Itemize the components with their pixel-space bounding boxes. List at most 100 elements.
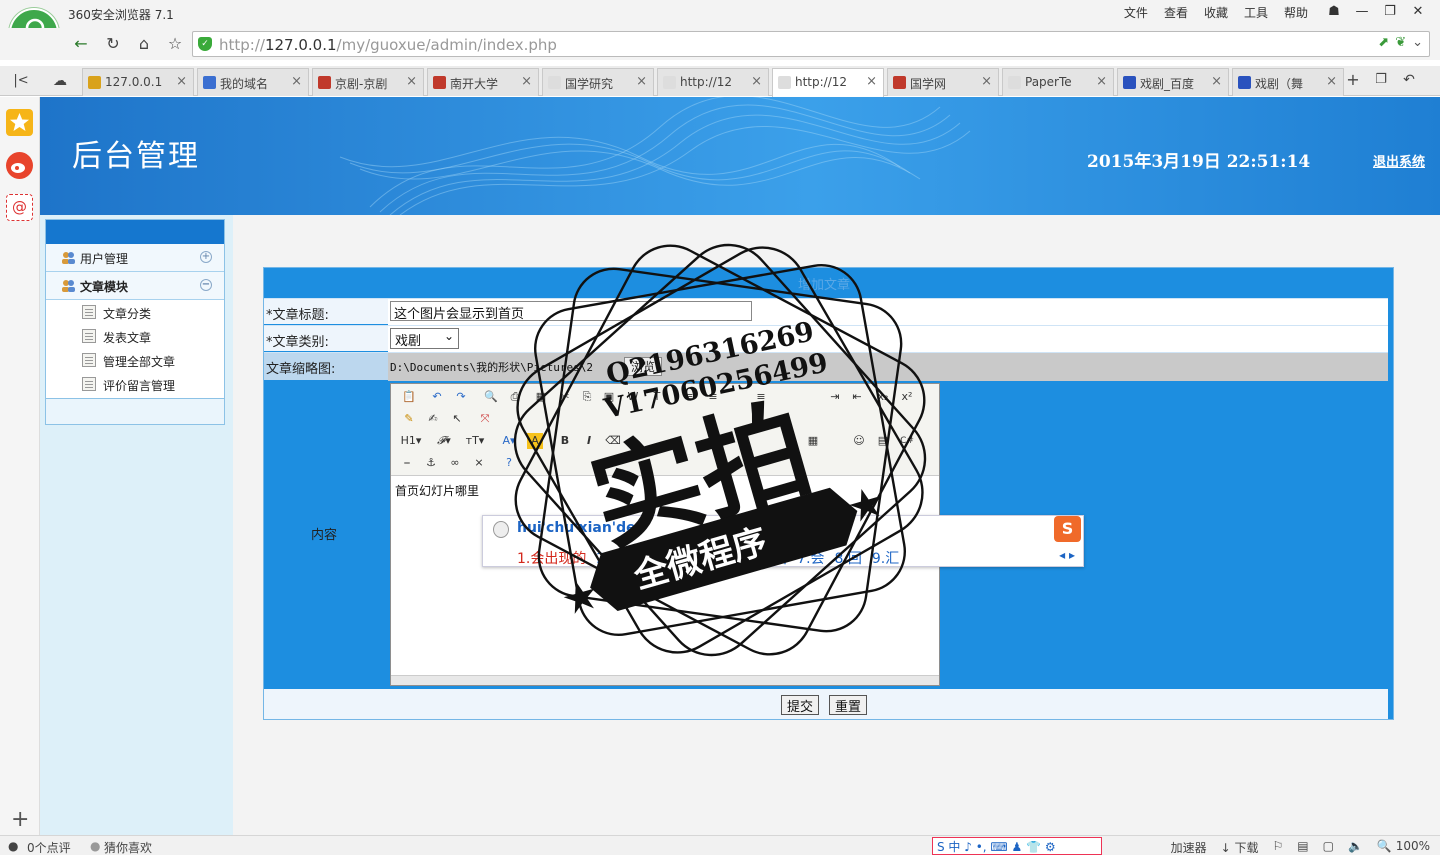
home-icon[interactable]: ⌂	[131, 32, 157, 56]
reset-button[interactable]: 重置	[829, 695, 868, 715]
fullscreen-icon[interactable]: ⤧	[477, 411, 493, 427]
select-all-icon[interactable]: ↖	[449, 411, 465, 427]
accelerator-button[interactable]: 加速器	[1171, 839, 1207, 855]
heading-icon[interactable]: H1▾	[399, 433, 423, 449]
back-arrow-icon[interactable]: ←	[68, 32, 94, 56]
media-icon[interactable]: ▤	[875, 433, 891, 449]
align-justify-icon[interactable]: ≡	[753, 389, 769, 405]
comment-count[interactable]: 0个点评	[27, 839, 71, 855]
highlight-icon[interactable]: A	[527, 433, 543, 449]
bold-icon[interactable]: B	[557, 433, 573, 449]
thumb-file-input[interactable]: D:\Documents\我的形状\Pictures\2 浏览	[388, 353, 1388, 381]
article-title-input[interactable]: 这个图片会显示到首页	[390, 301, 752, 322]
ime-candidate[interactable]: 4.	[671, 548, 684, 568]
ime-status-bar[interactable]: S 中 ♪ •, ⌨ ♟ 👕 ⚙	[932, 837, 1102, 855]
new-tab-icon[interactable]: +	[1340, 68, 1366, 92]
menu-favorites[interactable]: 收藏	[1204, 4, 1228, 21]
share-icon[interactable]: ⬈	[1378, 35, 1389, 50]
outdent-icon[interactable]: ⇤	[849, 389, 865, 405]
anchor-icon[interactable]: ⚓	[423, 455, 439, 471]
tab-close-icon[interactable]: ×	[291, 74, 302, 89]
browser-tab[interactable]: 京剧-京剧 ×	[312, 68, 424, 96]
ime-candidate[interactable]: 3.	[648, 548, 661, 568]
browser-tab[interactable]: 南开大学 ×	[427, 68, 539, 96]
browser-tab[interactable]: 国学网 ×	[887, 68, 999, 96]
editor-resize-bar[interactable]	[391, 675, 939, 685]
leaf-icon[interactable]: ❦	[1395, 35, 1406, 50]
tab-close-icon[interactable]: ×	[176, 74, 187, 89]
align-left-icon[interactable]: ≡	[681, 389, 697, 405]
browser-tab[interactable]: 戏剧（舞 ×	[1232, 68, 1344, 96]
clear-format-icon[interactable]: ✍	[425, 411, 441, 427]
align-center-icon[interactable]: ≡	[705, 389, 721, 405]
tab-close-icon[interactable]: ×	[1326, 74, 1337, 89]
tab-close-icon[interactable]: ×	[866, 74, 877, 89]
template-icon[interactable]: ▦	[533, 389, 549, 405]
paste-icon[interactable]: 📋	[401, 389, 417, 405]
tab-close-icon[interactable]: ×	[981, 74, 992, 89]
image-icon[interactable]: 🖼	[707, 433, 723, 449]
paste-plain-icon[interactable]: T	[649, 389, 665, 405]
speaker-icon[interactable]: 🔈	[1348, 839, 1363, 855]
browse-button[interactable]: 浏览	[624, 357, 663, 376]
expand-icon[interactable]: +	[200, 251, 212, 263]
format-brush-icon[interactable]: ✎	[401, 411, 417, 427]
url-input[interactable]: ✓ http://127.0.0.1/my/guoxue/admin/index…	[192, 31, 1430, 57]
subscript-icon[interactable]: x₂	[875, 389, 891, 405]
menu-file[interactable]: 文件	[1124, 4, 1148, 21]
tab-scroll-left-icon[interactable]: |<	[8, 69, 34, 93]
editor-content[interactable]: 首页幻灯片哪里	[395, 482, 479, 499]
collapse-icon[interactable]: −	[200, 279, 212, 291]
ime-candidate[interactable]: 8.回	[835, 548, 862, 568]
menu-item-article-category[interactable]: 文章分类	[46, 300, 224, 324]
browser-tab[interactable]: http://12 ×	[772, 68, 884, 97]
menu-group-articles[interactable]: 文章模块 −	[46, 272, 224, 300]
menu-group-users[interactable]: 用户管理 +	[46, 244, 224, 272]
star-icon[interactable]: ☆	[162, 32, 188, 56]
cut-icon[interactable]: ✂	[557, 389, 573, 405]
link-icon[interactable]: ∞	[447, 455, 463, 471]
unlink-icon[interactable]: ⨯	[471, 455, 487, 471]
refresh-icon[interactable]: ↻	[100, 32, 126, 56]
menu-tools[interactable]: 工具	[1244, 4, 1268, 21]
ime-candidate[interactable]: 7.会	[797, 548, 824, 568]
zoom-level[interactable]: 🔍 100%	[1377, 839, 1430, 855]
tab-close-icon[interactable]: ×	[521, 74, 532, 89]
tab-close-icon[interactable]: ×	[1096, 74, 1107, 89]
ime-candidate[interactable]: 9.汇	[872, 548, 899, 568]
undo-icon[interactable]: ↶	[429, 389, 445, 405]
undo-close-icon[interactable]: ↶	[1396, 68, 1422, 92]
table-insert-icon[interactable]: ▦	[805, 433, 821, 449]
paste-word-icon[interactable]: W	[625, 389, 641, 405]
help-icon[interactable]: ?	[501, 455, 517, 471]
ime-candidate[interactable]: 1.会出现的	[517, 548, 586, 568]
weibo-icon[interactable]	[6, 152, 33, 179]
menu-item-manage-articles[interactable]: 管理全部文章	[46, 348, 224, 372]
tab-close-icon[interactable]: ×	[636, 74, 647, 89]
preview-icon[interactable]: 🔍	[483, 389, 499, 405]
print-icon[interactable]: ⎙	[507, 389, 523, 405]
flag-icon[interactable]: ⚐	[1273, 839, 1284, 855]
ime-candidate[interactable]: 5.绘出	[694, 548, 735, 568]
email-icon[interactable]: @	[6, 194, 33, 221]
maximize-button[interactable]: ❐	[1376, 1, 1404, 23]
favorites-star-icon[interactable]	[6, 109, 33, 136]
superscript-icon[interactable]: x²	[899, 389, 915, 405]
recommend-link[interactable]: 猜你喜欢	[104, 839, 152, 855]
italic-icon[interactable]: I	[581, 433, 597, 449]
redo-icon[interactable]: ↷	[453, 389, 469, 405]
eraser-icon[interactable]: ⌫	[605, 433, 621, 449]
browser-tab[interactable]: http://12 ×	[657, 68, 769, 96]
font-size-icon[interactable]: тT▾	[463, 433, 487, 449]
emoticon-icon[interactable]: ☺	[851, 433, 867, 449]
add-sidebar-icon[interactable]: +	[11, 807, 29, 832]
page-icon[interactable]: ▤	[1297, 839, 1308, 855]
browser-tab[interactable]: 国学研究 ×	[542, 68, 654, 96]
category-select[interactable]: 戏剧 ⌄	[390, 328, 459, 349]
menu-help[interactable]: 帮助	[1284, 4, 1308, 21]
submit-button[interactable]: 提交	[781, 695, 820, 715]
menu-item-comments[interactable]: 评价留言管理	[46, 372, 224, 396]
paste-text-icon[interactable]: ▣	[601, 389, 617, 405]
minimize-button[interactable]: —	[1348, 1, 1376, 23]
page-break-icon[interactable]: ⎯	[399, 455, 415, 471]
